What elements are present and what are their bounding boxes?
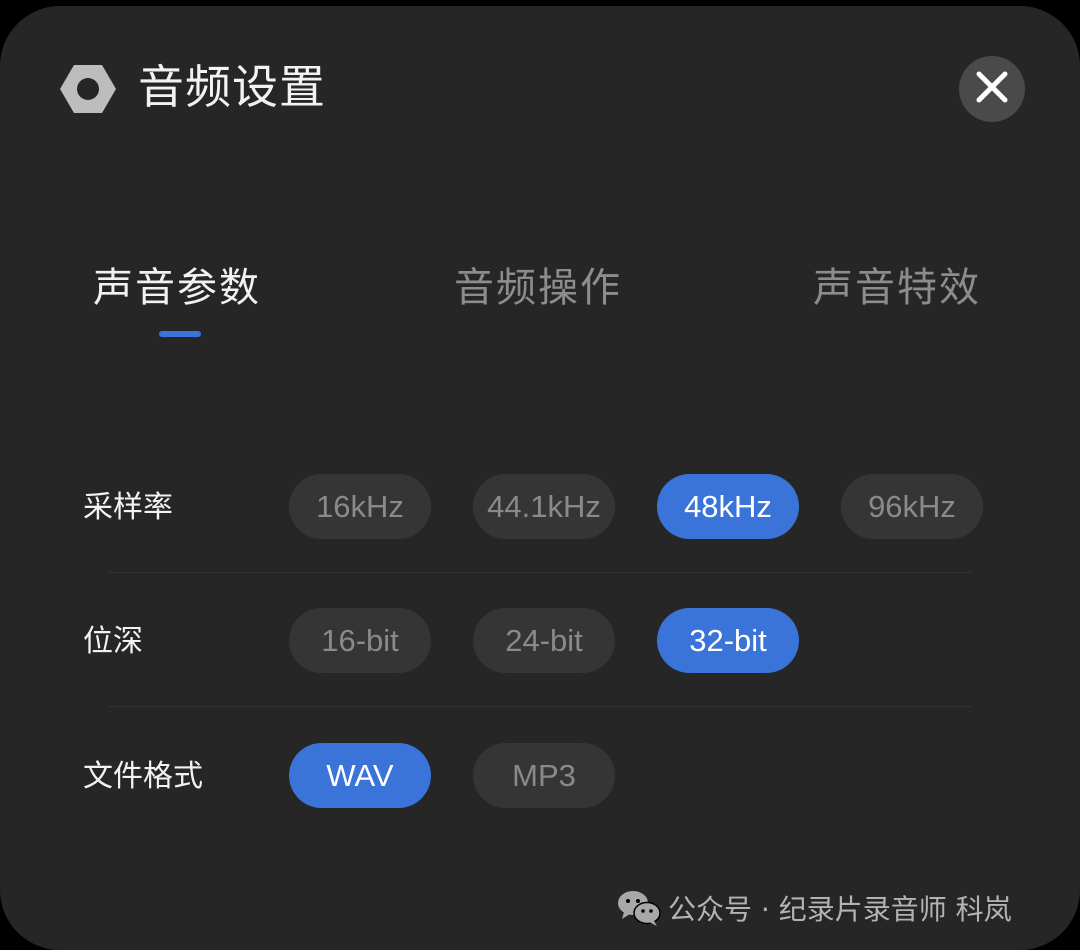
bit-depth-option-32bit[interactable]: 32-bit	[657, 608, 799, 673]
row-divider	[108, 706, 972, 707]
sample-rate-option-16khz[interactable]: 16kHz	[289, 474, 431, 539]
watermark: 公众号 · 纪录片录音师 科岚	[616, 888, 1012, 928]
close-icon	[975, 70, 1009, 108]
file-format-label: 文件格式	[83, 759, 203, 794]
active-tab-indicator	[159, 331, 201, 337]
tab-sound-params[interactable]: 声音参数	[93, 258, 261, 318]
sample-rate-label: 采样率	[83, 490, 173, 525]
bit-depth-label: 位深	[83, 624, 143, 659]
bit-depth-option-24bit[interactable]: 24-bit	[473, 608, 615, 673]
hex-nut-icon	[58, 59, 118, 119]
close-button[interactable]	[959, 56, 1025, 122]
watermark-text: 公众号 · 纪录片录音师 科岚	[668, 893, 1012, 926]
file-format-option-mp3[interactable]: MP3	[473, 743, 615, 808]
row-divider	[108, 572, 972, 573]
file-format-option-wav[interactable]: WAV	[289, 743, 431, 808]
bit-depth-option-16bit[interactable]: 16-bit	[289, 608, 431, 673]
sample-rate-option-96khz[interactable]: 96kHz	[841, 474, 983, 539]
wechat-icon	[616, 888, 662, 928]
sample-rate-option-48khz[interactable]: 48kHz	[657, 474, 799, 539]
tab-audio-operations[interactable]: 音频操作	[454, 258, 622, 318]
tab-sound-effects[interactable]: 声音特效	[813, 258, 981, 318]
sample-rate-option-44-1khz[interactable]: 44.1kHz	[473, 474, 615, 539]
audio-settings-dialog: 音频设置 声音参数 音频操作 声音特效 采样率 16kHz 44.1kHz 48…	[0, 6, 1080, 950]
dialog-title: 音频设置	[138, 60, 326, 114]
